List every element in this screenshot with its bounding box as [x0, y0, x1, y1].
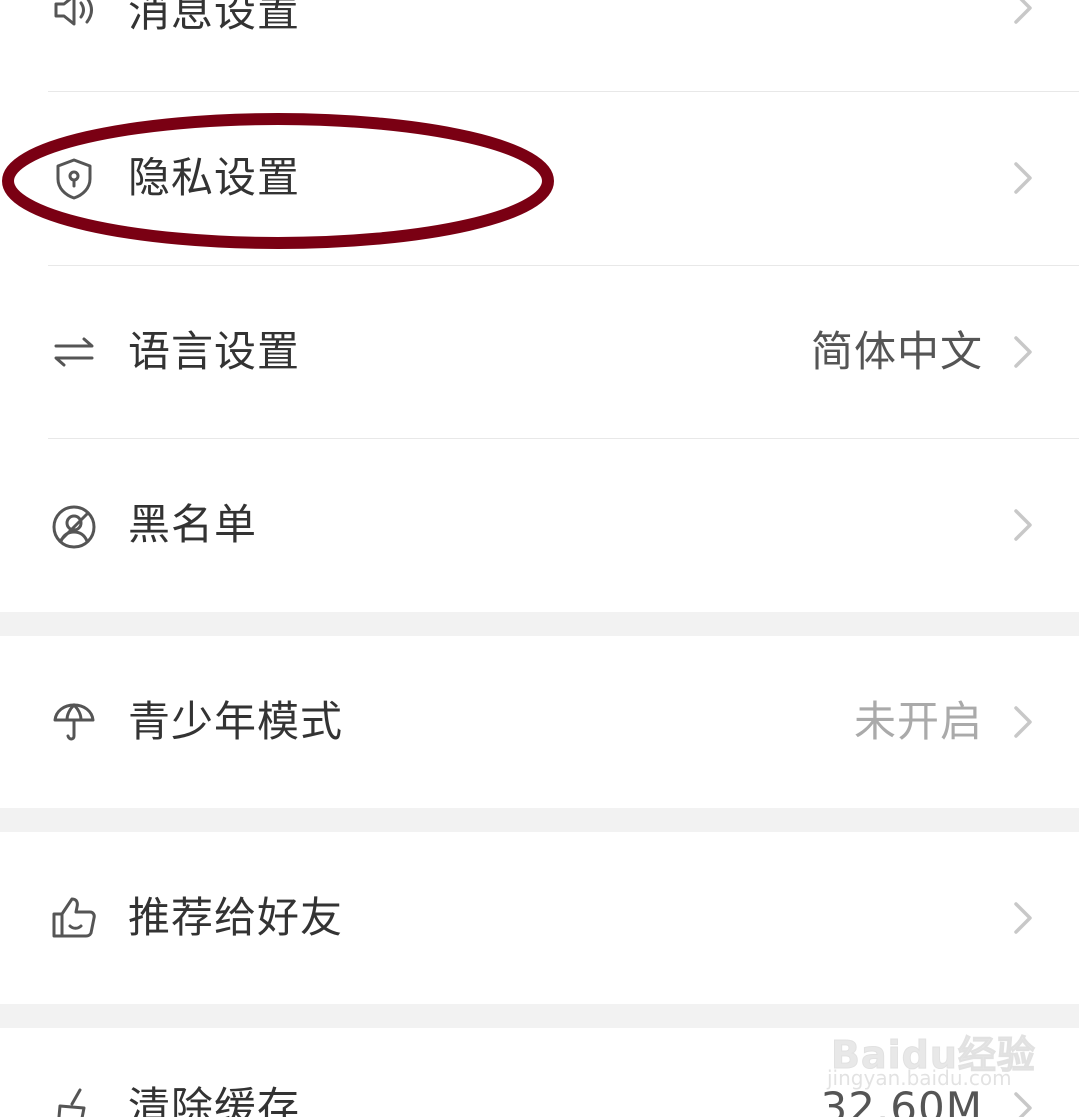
settings-item-messages[interactable]: 消息设置 [0, 0, 1079, 90]
teen-mode-status: 未开启 [853, 697, 983, 746]
thumbs-up-icon [50, 894, 98, 942]
section-gap [0, 808, 1079, 832]
chevron-right-icon [1011, 0, 1035, 28]
section-gap [0, 612, 1079, 636]
settings-item-language[interactable]: 语言设置 简体中文 [0, 266, 1079, 438]
settings-item-recommend[interactable]: 推荐给好友 [0, 832, 1079, 1004]
settings-item-label: 推荐给好友 [128, 893, 344, 942]
broom-icon [50, 1086, 98, 1117]
speaker-icon [50, 0, 98, 34]
settings-item-label: 黑名单 [128, 500, 258, 549]
shield-lock-icon [50, 155, 98, 203]
watermark-url: jingyan.baidu.com [827, 1066, 1012, 1090]
chevron-right-icon [1011, 505, 1035, 545]
settings-item-blacklist[interactable]: 黑名单 [0, 439, 1079, 612]
language-value: 简体中文 [810, 327, 983, 376]
settings-item-label: 青少年模式 [128, 697, 344, 746]
chevron-right-icon [1011, 158, 1035, 198]
chevron-right-icon [1011, 332, 1035, 372]
settings-item-label: 清除缓存 [128, 1083, 301, 1117]
chevron-right-icon [1011, 702, 1035, 742]
swap-arrows-icon [50, 328, 98, 376]
blocked-user-icon [50, 503, 98, 551]
umbrella-icon [50, 698, 98, 746]
settings-item-privacy[interactable]: 隐私设置 [0, 92, 1079, 265]
watermark: Baidu经验 jingyan.baidu.com [821, 1000, 1035, 1100]
settings-item-label: 隐私设置 [128, 153, 301, 202]
settings-item-teen-mode[interactable]: 青少年模式 未开启 [0, 636, 1079, 808]
settings-item-label: 语言设置 [128, 327, 301, 376]
chevron-right-icon [1011, 898, 1035, 938]
settings-item-label: 消息设置 [128, 0, 301, 36]
